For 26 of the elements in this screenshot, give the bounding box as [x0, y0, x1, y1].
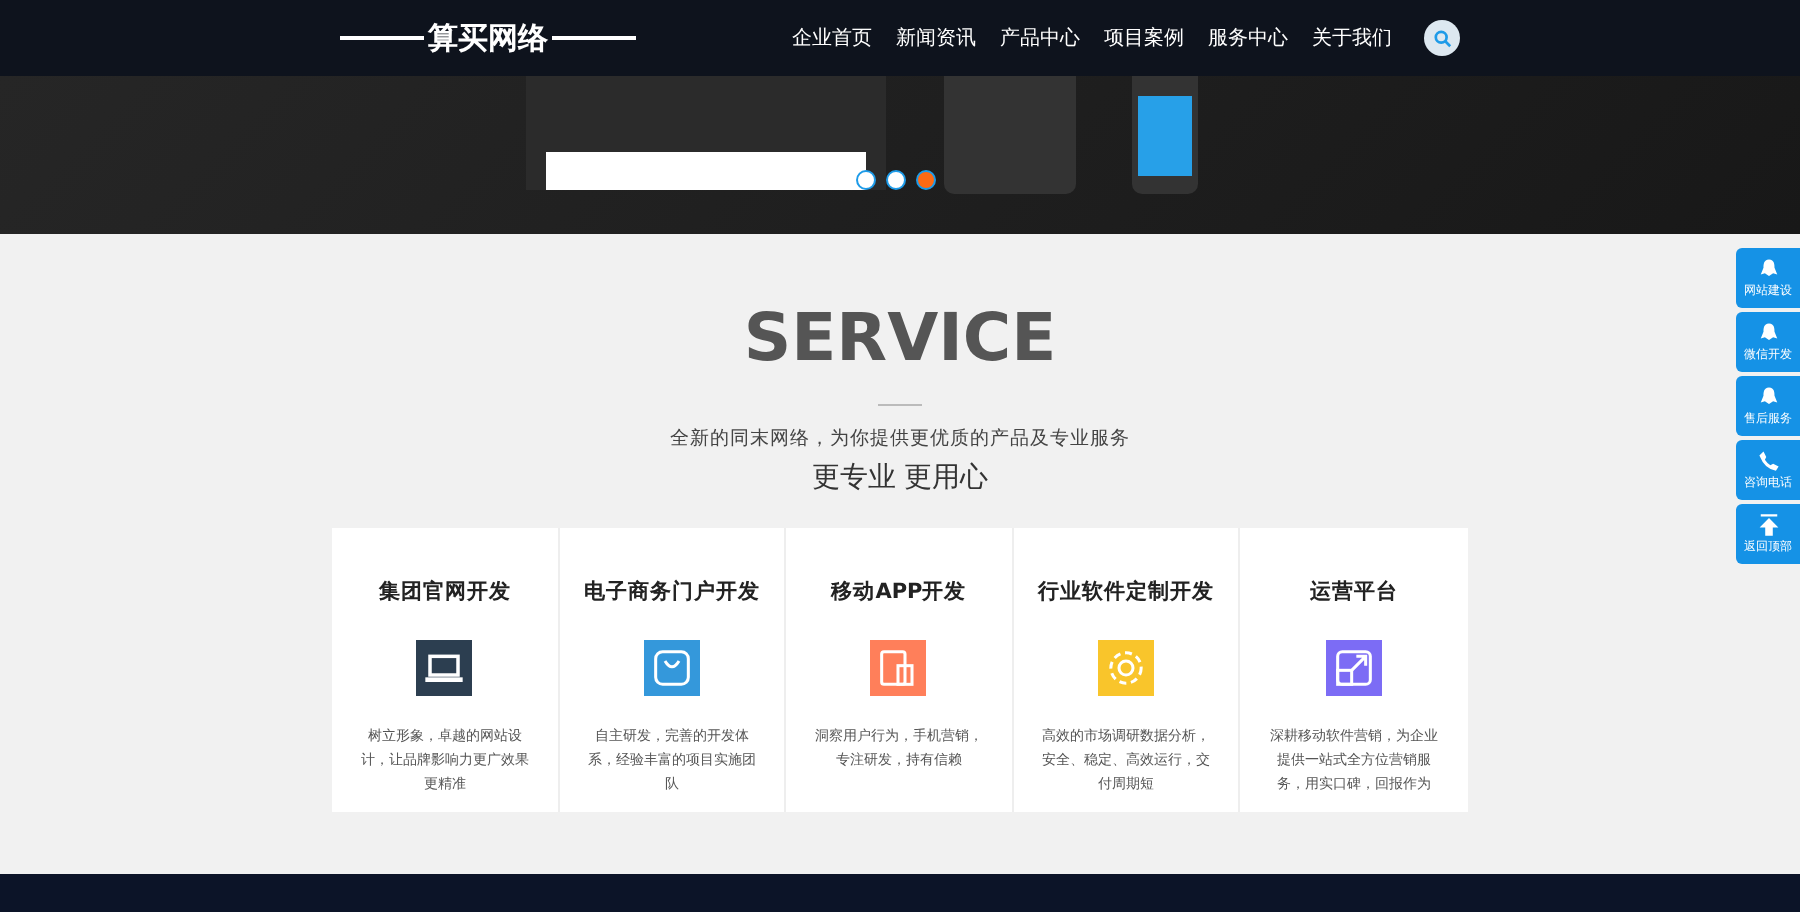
service-title: 电子商务门户开发 — [583, 578, 760, 606]
search-button[interactable] — [1424, 20, 1460, 56]
service-title: 行业软件定制开发 — [1038, 578, 1215, 606]
nav-link[interactable]: 产品中心 — [1000, 24, 1080, 52]
carousel-dot[interactable] — [916, 170, 936, 190]
phone-mockup — [1132, 76, 1198, 194]
phone-icon — [1757, 449, 1779, 471]
site-logo[interactable]: 算买网络 — [428, 19, 548, 57]
carousel-dot[interactable] — [886, 170, 906, 190]
arrow-up-icon — [1757, 513, 1779, 535]
service-title: 集团官网开发 — [378, 578, 511, 606]
section-title: SERVICE — [743, 300, 1057, 376]
nav-link[interactable]: 关于我们 — [1312, 24, 1392, 52]
nav-link[interactable]: 服务中心 — [1208, 24, 1288, 52]
chat-icon — [1757, 321, 1779, 343]
nav-link[interactable]: 新闻资讯 — [896, 24, 976, 52]
section-subtitle: 全新的同末网络，为你提供更优质的产品及专业服务 — [670, 426, 1130, 452]
chat-icon — [1757, 385, 1779, 407]
search-icon — [1433, 29, 1451, 47]
tablet-mockup — [944, 76, 1076, 194]
service-title: 运营平台 — [1310, 578, 1399, 606]
nav-link[interactable]: 企业首页 — [792, 24, 872, 52]
section-slogan: 更专业 更用心 — [811, 460, 989, 496]
nav-link[interactable]: 项目案例 — [1104, 24, 1184, 52]
service-title: 移动APP开发 — [831, 578, 967, 606]
chat-icon — [1757, 257, 1779, 279]
